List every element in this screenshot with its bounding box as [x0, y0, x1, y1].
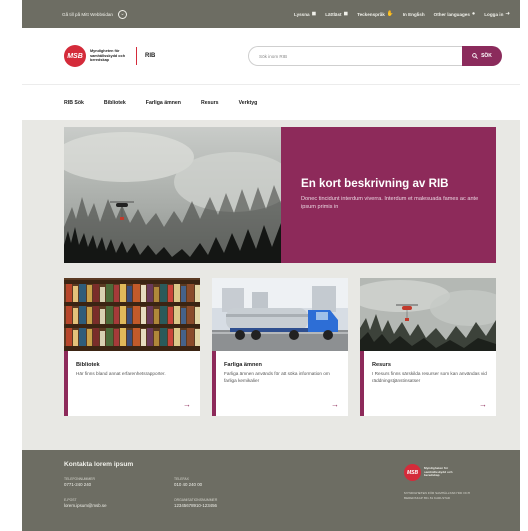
arrow-right-icon[interactable]: →	[479, 400, 487, 409]
card-text: Farliga ämnen används för att söka infor…	[224, 371, 330, 383]
footer-phone: TELEFONNUMMER 0771-240 240	[64, 477, 95, 487]
site-header: MSB Myndigheten för samhällsskydd och be…	[22, 28, 520, 84]
nav-item-rib-search[interactable]: RIB Sök	[64, 100, 84, 106]
card-body: Bibliotek Här finns bland annat erfarenh…	[64, 351, 200, 416]
search-button-label: SÖK	[481, 53, 492, 59]
logo-text: Myndigheten för samhällsskydd och bereds…	[90, 48, 126, 63]
footer-logo[interactable]: MSB Myndigheten för samhällsskydd och be…	[404, 464, 458, 481]
card-title: Farliga ämnen	[224, 362, 262, 368]
search-icon	[472, 53, 478, 59]
chevron-down-icon[interactable]: ⌄	[117, 9, 127, 19]
nav-item-hazardous-substances[interactable]: Farliga ämnen	[146, 100, 181, 106]
footer-fax: TELEFAX 010 40 240 00	[174, 477, 202, 487]
card-body: Farliga ämnen Farliga ämnen används för …	[212, 351, 348, 416]
msb-logo-icon: MSB	[64, 45, 86, 67]
site-name: RIB	[145, 53, 156, 59]
utility-link-english[interactable]: In English	[403, 12, 425, 17]
footer-org-label: ORGANISATIONSNUMMER	[174, 498, 218, 502]
logo-divider	[136, 47, 137, 65]
hero-banner: En kort beskrivning av RIB Donec tincidu…	[64, 127, 496, 263]
card-image-tanker-truck	[212, 278, 348, 351]
footer-phone-value[interactable]: 0771-240 240	[64, 482, 95, 487]
page-frame: Gå till på Mitt Webbsidan ⌄ Lyssna ◼ Lätt…	[22, 0, 520, 531]
arrow-right-icon[interactable]: →	[183, 400, 191, 409]
content-cards: Bibliotek Här finns bland annat erfarenh…	[64, 278, 496, 416]
footer-org-value: 12345678910-123456	[174, 503, 217, 508]
card-library[interactable]: Bibliotek Här finns bland annat erfarenh…	[64, 278, 200, 416]
main-nav: RIB Sök Bibliotek Farliga ämnen Resurs V…	[22, 84, 520, 120]
search-button[interactable]: SÖK	[462, 46, 502, 66]
utility-links: Lyssna ◼ Lättläst ◼ Teckenspråk ✋ In Englis…	[294, 11, 510, 17]
arrow-right-icon[interactable]: →	[331, 400, 339, 409]
search-form: Sök inom RIB SÖK	[248, 46, 502, 66]
card-image-fire-helicopter	[360, 278, 496, 351]
hero-panel: En kort beskrivning av RIB Donec tincidu…	[281, 127, 496, 263]
utility-link-easy-read[interactable]: Lättläst ◼	[325, 11, 348, 17]
footer-org-number: ORGANISATIONSNUMMER 12345678910-123456	[174, 498, 217, 508]
footer-fax-label: TELEFAX	[174, 477, 189, 481]
login-icon: ➜	[505, 11, 510, 17]
utility-link-sign-language[interactable]: Teckenspråk ✋	[357, 11, 394, 17]
search-input[interactable]: Sök inom RIB	[248, 46, 462, 66]
footer-email-label: E-POST	[64, 498, 77, 502]
site-logo[interactable]: MSB Myndigheten för samhällsskydd och be…	[64, 45, 155, 67]
hero-text: Donec tincidunt interdum viverra. Interd…	[301, 196, 479, 211]
card-text: I Resurs finns särskilda resurser som ka…	[372, 371, 487, 383]
footer-logo-text: Myndigheten för samhällsskydd och bereds…	[424, 465, 453, 478]
card-resources[interactable]: Resurs I Resurs finns särskilda resurser…	[360, 278, 496, 416]
hero-title: En kort beskrivning av RIB	[301, 177, 449, 190]
hand-icon: ✋	[386, 11, 394, 17]
book-icon: ◼	[343, 11, 349, 17]
card-image-bookshelf	[64, 278, 200, 351]
language-link[interactable]: Gå till på Mitt Webbsidan	[62, 12, 113, 17]
card-body: Resurs I Resurs finns särskilda resurser…	[360, 351, 496, 416]
top-utility-bar: Gå till på Mitt Webbsidan ⌄ Lyssna ◼ Lätt…	[22, 0, 520, 28]
footer-fax-value: 010 40 240 00	[174, 482, 203, 487]
speaker-icon: ◼	[311, 11, 317, 17]
site-footer: Kontakta lorem ipsum TELEFONNUMMER 0771-…	[22, 450, 520, 531]
footer-email-value[interactable]: lorem.ipsum@msb.se	[64, 503, 107, 508]
nav-item-tools[interactable]: Verktyg	[239, 100, 258, 106]
card-title: Resurs	[372, 362, 391, 368]
card-hazardous-substances[interactable]: Farliga ämnen Farliga ämnen används för …	[212, 278, 348, 416]
nav-item-resources[interactable]: Resurs	[201, 100, 219, 106]
msb-logo-icon: MSB	[404, 464, 421, 481]
card-text: Här finns bland annat erfarenhetsrapport…	[76, 371, 166, 376]
footer-address: MYNDIGHETEN FÖR SAMHÄLLSSKYDD OCH BEREDS…	[404, 491, 471, 500]
utility-link-login[interactable]: Logga in ➜	[484, 11, 510, 17]
language-switch[interactable]: Gå till på Mitt Webbsidan ⌄	[62, 9, 127, 19]
footer-email: E-POST lorem.ipsum@msb.se	[64, 498, 107, 508]
utility-link-listen[interactable]: Lyssna ◼	[294, 11, 316, 17]
footer-phone-label: TELEFONNUMMER	[64, 477, 95, 481]
card-title: Bibliotek	[76, 362, 100, 368]
hero-image-forest-fire	[64, 127, 281, 263]
nav-item-library[interactable]: Bibliotek	[104, 100, 126, 106]
globe-icon: ●	[471, 11, 476, 17]
utility-link-other-languages[interactable]: Other languages ●	[434, 11, 476, 17]
